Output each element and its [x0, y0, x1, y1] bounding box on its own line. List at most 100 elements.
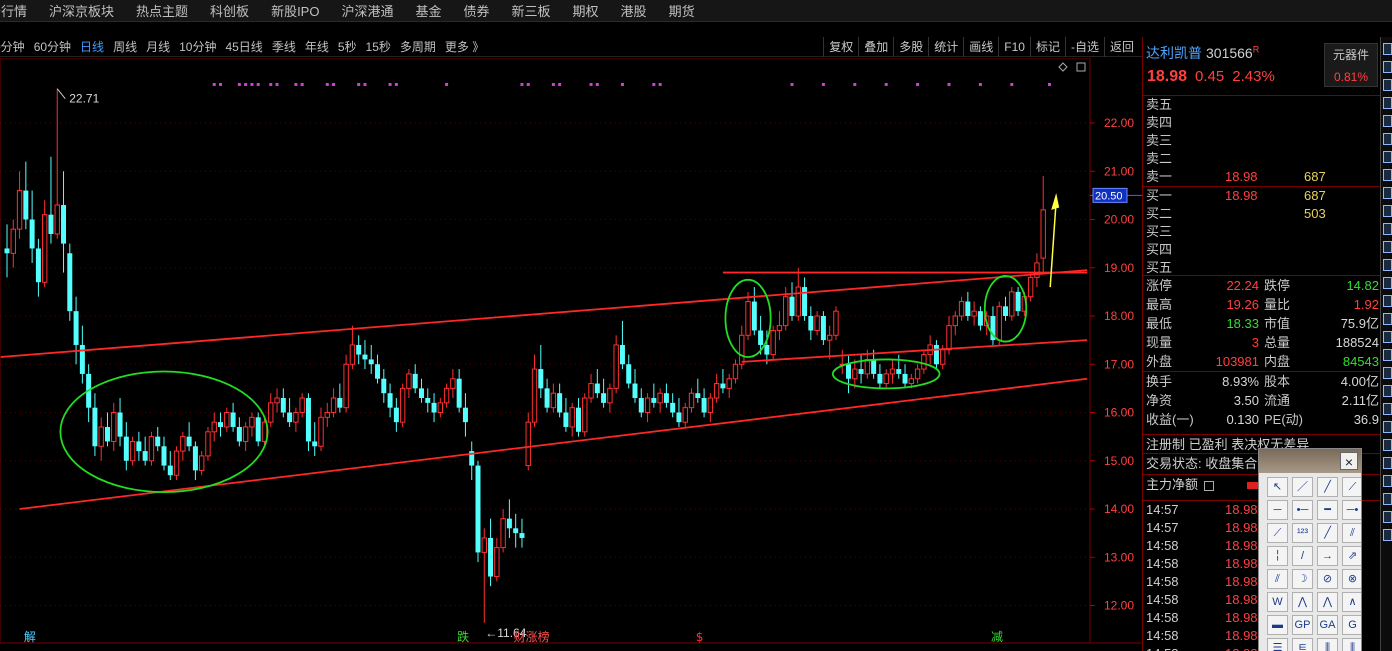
draw-tool-icon[interactable]: ⊘ — [1317, 569, 1338, 589]
draw-tool-icon[interactable]: GA — [1317, 615, 1338, 635]
menu-item-8[interactable]: 新三板 — [512, 1, 551, 20]
side-tool-icon[interactable] — [1383, 205, 1392, 217]
side-tool-icon[interactable] — [1383, 79, 1392, 91]
menu-item-6[interactable]: 基金 — [415, 1, 441, 20]
side-tool-icon[interactable] — [1383, 187, 1392, 199]
draw-tool-icon[interactable]: ─• — [1342, 500, 1361, 520]
draw-tool-icon[interactable]: ⇗ — [1342, 546, 1361, 566]
menu-item-0[interactable]: 景行情 — [0, 1, 27, 20]
period-10[interactable]: 15秒 — [366, 38, 391, 55]
side-tool-icon[interactable] — [1383, 475, 1392, 487]
side-tool-icon[interactable] — [1383, 331, 1392, 343]
window-icon[interactable] — [1076, 62, 1086, 72]
period-6[interactable]: 45日线 — [225, 38, 262, 55]
draw-tool-icon[interactable]: ⫼ — [1342, 638, 1361, 651]
side-tool-icon[interactable] — [1383, 277, 1392, 289]
period-0[interactable]: 0分钟 — [0, 38, 25, 55]
side-tool-icon[interactable] — [1383, 385, 1392, 397]
menu-item-7[interactable]: 债券 — [464, 1, 490, 20]
draw-tool-icon[interactable]: ▬ — [1267, 615, 1288, 635]
tool-button-4[interactable]: 画线 — [963, 37, 998, 57]
draw-tool-icon[interactable]: ¹²³ — [1292, 523, 1313, 543]
draw-tool-icon[interactable]: ⫼ — [1317, 638, 1338, 651]
sector-box[interactable]: 元器件 0.81% — [1324, 43, 1378, 87]
draw-tool-icon[interactable]: / — [1292, 546, 1313, 566]
draw-tool-icon[interactable]: ╱ — [1317, 477, 1338, 497]
tool-button-5[interactable]: F10 — [998, 37, 1030, 57]
kline-chart[interactable]: 22.00 21.00 20.00 19.00 18.00 17.00 16.00 15.00… — [0, 58, 1142, 651]
side-tool-icon[interactable] — [1383, 313, 1392, 325]
event-marker[interactable]: 解 — [24, 630, 36, 644]
draw-tool-icon[interactable]: G — [1342, 615, 1361, 635]
period-3[interactable]: 周线 — [113, 38, 137, 55]
draw-tool-icon[interactable]: W — [1267, 592, 1288, 612]
draw-tool-icon[interactable]: ☰ — [1267, 638, 1288, 651]
side-tool-icon[interactable] — [1383, 169, 1392, 181]
draw-tools-header[interactable]: × — [1259, 449, 1361, 473]
side-tool-icon[interactable] — [1383, 61, 1392, 73]
side-tool-icon[interactable] — [1383, 241, 1392, 253]
draw-tool-icon[interactable]: ☽ — [1292, 569, 1313, 589]
side-tool-icon[interactable] — [1383, 403, 1392, 415]
draw-tool-icon[interactable]: ╱ — [1317, 523, 1338, 543]
side-tool-icon[interactable] — [1383, 133, 1392, 145]
event-marker[interactable]: 财涨榜 — [514, 629, 550, 644]
draw-tool-icon[interactable]: GP — [1292, 615, 1313, 635]
draw-tool-icon[interactable]: ↖ — [1267, 477, 1288, 497]
period-4[interactable]: 月线 — [146, 38, 170, 55]
period-2[interactable]: 日线 — [80, 38, 104, 55]
period-8[interactable]: 年线 — [305, 38, 329, 55]
draw-tool-icon[interactable]: ─ — [1267, 500, 1288, 520]
draw-tool-icon[interactable]: ⫽ — [1342, 523, 1361, 543]
tool-button-0[interactable]: 复权 — [823, 37, 858, 57]
draw-tool-icon[interactable]: ㅌ — [1292, 638, 1313, 651]
menu-item-4[interactable]: 新股IPO — [271, 1, 319, 20]
side-tool-icon[interactable] — [1383, 439, 1392, 451]
side-tool-icon[interactable] — [1383, 223, 1392, 235]
draw-tool-icon[interactable]: ⋀ — [1317, 592, 1338, 612]
draw-tool-icon[interactable]: ╎ — [1267, 546, 1288, 566]
tool-button-2[interactable]: 多股 — [893, 37, 928, 57]
period-1[interactable]: 60分钟 — [34, 38, 71, 55]
draw-tool-icon[interactable]: ／ — [1292, 477, 1313, 497]
period-5[interactable]: 10分钟 — [179, 38, 216, 55]
side-tool-icon[interactable] — [1383, 349, 1392, 361]
side-tool-icon[interactable] — [1383, 457, 1392, 469]
side-tool-icon[interactable] — [1383, 367, 1392, 379]
draw-tool-icon[interactable]: •─ — [1292, 500, 1313, 520]
side-tool-icon[interactable] — [1383, 97, 1392, 109]
side-tool-icon[interactable] — [1383, 151, 1392, 163]
draw-tool-icon[interactable]: ⋀ — [1292, 592, 1313, 612]
diamond-icon[interactable] — [1058, 62, 1068, 72]
side-tool-icon[interactable] — [1383, 493, 1392, 505]
side-tool-icon[interactable] — [1383, 295, 1392, 307]
close-icon[interactable]: × — [1340, 452, 1358, 470]
menu-item-3[interactable]: 科创板 — [210, 1, 249, 20]
tool-button-6[interactable]: 标记 — [1029, 37, 1065, 57]
side-tool-icon[interactable] — [1383, 529, 1392, 541]
side-tool-icon[interactable] — [1383, 511, 1392, 523]
menu-item-1[interactable]: 沪深京板块 — [49, 1, 114, 20]
menu-item-2[interactable]: 热点主题 — [136, 1, 188, 20]
draw-tool-icon[interactable]: ━ — [1317, 500, 1338, 520]
period-9[interactable]: 5秒 — [338, 38, 357, 55]
main-flow-list-icon[interactable] — [1203, 480, 1214, 491]
draw-tool-icon[interactable]: ⟋ — [1342, 477, 1361, 497]
menu-item-9[interactable]: 期权 — [573, 1, 599, 20]
side-tool-icon[interactable] — [1383, 43, 1392, 55]
period-11[interactable]: 多周期 — [400, 38, 436, 55]
side-tool-icon[interactable] — [1383, 421, 1392, 433]
side-tool-icon[interactable] — [1383, 259, 1392, 271]
menu-item-11[interactable]: 期货 — [669, 1, 695, 20]
draw-tool-icon[interactable]: ⟋ — [1267, 523, 1288, 543]
draw-tool-icon[interactable]: ⫽ — [1267, 569, 1288, 589]
side-tool-icon[interactable] — [1383, 115, 1392, 127]
draw-tool-icon[interactable]: ∧ — [1342, 592, 1361, 612]
draw-tool-icon[interactable]: ⊗ — [1342, 569, 1361, 589]
stock-name[interactable]: 达利凯普 301566R — [1146, 43, 1259, 63]
tool-button-7[interactable]: -自选 — [1064, 37, 1104, 57]
event-marker[interactable]: $ — [696, 630, 704, 644]
period-7[interactable]: 季线 — [272, 38, 296, 55]
period-12[interactable]: 更多 》 — [445, 38, 484, 55]
menu-item-5[interactable]: 沪深港通 — [341, 1, 393, 20]
